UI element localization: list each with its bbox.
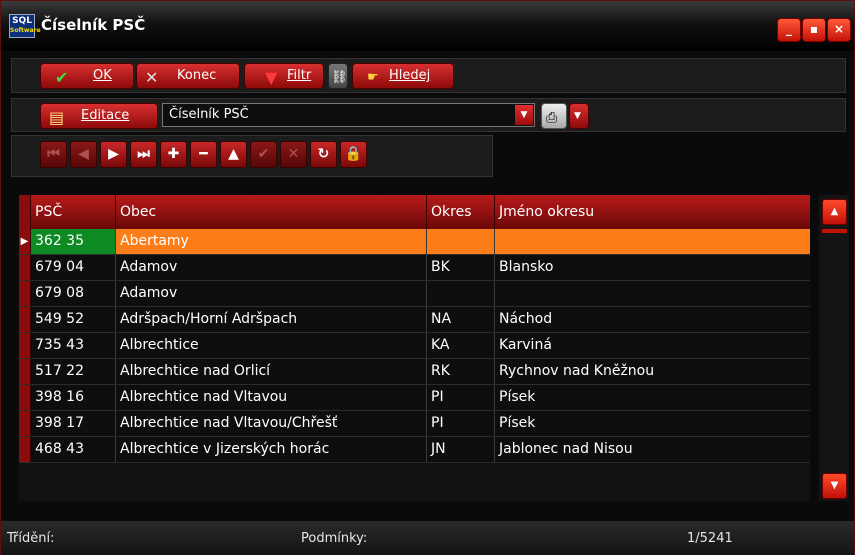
sort-status: Třídění: (7, 531, 55, 546)
window-title: Číselník PSČ (41, 16, 146, 34)
view-select[interactable]: Číselník PSČ ▼ (162, 103, 535, 127)
window: SQL Software Číselník PSČ _ ▪ × ✔ OK ✕ Ko… (0, 0, 855, 555)
table-row[interactable]: 468 43 Albrechtice v Jizerských horác JN… (19, 437, 810, 463)
row-indicator (19, 385, 31, 410)
minimize-button[interactable]: _ (777, 18, 801, 42)
row-indicator (19, 281, 31, 306)
table-row[interactable]: 735 43 Albrechtice KA Karviná (19, 333, 810, 359)
column-header-psc[interactable]: PSČ (31, 195, 116, 229)
link-button[interactable]: ⛓ (328, 63, 348, 89)
table-row[interactable]: 398 16 Albrechtice nad Vltavou PI Písek (19, 385, 810, 411)
row-indicator (19, 359, 31, 384)
record-navigator: ⏮ ◀ ▶ ⏭ ✚ ━ ▲ ✔ ✕ ↻ 🔒 (11, 135, 493, 177)
record-position: 1/5241 (687, 531, 733, 546)
table-row[interactable]: 679 08 Adamov (19, 281, 810, 307)
status-bar: Třídění: Podmínky: 1/5241 (1, 521, 854, 555)
view-toolbar: ▤ Editace Číselník PSČ ▼ ⎙ ▼ (11, 98, 846, 132)
table-row[interactable]: 398 17 Albrechtice nad Vltavou/Chřešť PI… (19, 411, 810, 437)
grid-header: PSČ Obec Okres Jméno okresu (19, 195, 810, 229)
row-indicator (19, 437, 31, 462)
search-hand-icon: ☛ (367, 70, 379, 85)
edit-record-button[interactable]: ▲ (220, 141, 247, 168)
prev-record-button[interactable]: ◀ (70, 141, 97, 168)
table-row[interactable]: ▶ 362 35 Abertamy (19, 229, 810, 255)
post-record-button[interactable]: ✔ (250, 141, 277, 168)
printer-icon: ⎙ (546, 110, 558, 126)
lock-icon[interactable]: 🔒 (340, 141, 367, 168)
column-header-okres[interactable]: Okres (427, 195, 495, 229)
header-indicator (19, 195, 31, 229)
vertical-scrollbar[interactable]: ▲ ▼ (819, 195, 849, 501)
print-button[interactable]: ⎙ (541, 103, 567, 129)
checkmark-icon: ✔ (55, 68, 69, 87)
first-record-button[interactable]: ⏮ (40, 141, 67, 168)
cancel-record-button[interactable]: ✕ (280, 141, 307, 168)
column-header-jmeno-okresu[interactable]: Jméno okresu (495, 195, 810, 229)
table-row[interactable]: 517 22 Albrechtice nad Orlicí RK Rychnov… (19, 359, 810, 385)
table-row[interactable]: 679 04 Adamov BK Blansko (19, 255, 810, 281)
app-logo-icon: SQL Software (9, 14, 41, 38)
insert-record-button[interactable]: ✚ (160, 141, 187, 168)
row-pointer-icon: ▶ (19, 229, 31, 254)
print-dropdown-button[interactable]: ▼ (569, 103, 589, 129)
edit-form-icon: ▤ (49, 108, 65, 127)
editace-button[interactable]: ▤ Editace (40, 103, 158, 129)
row-indicator (19, 307, 31, 332)
scroll-down-button[interactable]: ▼ (822, 473, 847, 499)
row-indicator (19, 411, 31, 436)
refresh-button[interactable]: ↻ (310, 141, 337, 168)
conditions-status: Podmínky: (301, 531, 368, 546)
row-indicator (19, 255, 31, 280)
ok-button[interactable]: ✔ OK (40, 63, 134, 89)
next-record-button[interactable]: ▶ (100, 141, 127, 168)
close-button[interactable]: × (827, 18, 851, 42)
title-bar: SQL Software Číselník PSČ _ ▪ × (1, 1, 854, 51)
hledej-button[interactable]: ☛ Hledej (352, 63, 454, 89)
action-toolbar: ✔ OK ✕ Konec ▼ Filtr ⛓ ☛ Hledej (11, 58, 846, 93)
cross-icon: ✕ (145, 68, 159, 87)
chevron-down-icon[interactable]: ▼ (515, 105, 533, 125)
filtr-button[interactable]: ▼ Filtr (244, 63, 324, 89)
konec-button[interactable]: ✕ Konec (136, 63, 240, 89)
row-indicator (19, 333, 31, 358)
link-icon: ⛓ (331, 70, 348, 85)
scroll-up-button[interactable]: ▲ (822, 199, 847, 225)
last-record-button[interactable]: ⏭ (130, 141, 157, 168)
delete-record-button[interactable]: ━ (190, 141, 217, 168)
scroll-thumb[interactable] (822, 229, 847, 233)
chevron-down-icon: ▼ (574, 111, 581, 121)
column-header-obec[interactable]: Obec (116, 195, 427, 229)
filter-icon: ▼ (265, 68, 278, 87)
data-grid: PSČ Obec Okres Jméno okresu ▶ 362 35 Abe… (19, 195, 810, 501)
maximize-button[interactable]: ▪ (802, 18, 826, 42)
table-row[interactable]: 549 52 Adršpach/Horní Adršpach NA Náchod (19, 307, 810, 333)
